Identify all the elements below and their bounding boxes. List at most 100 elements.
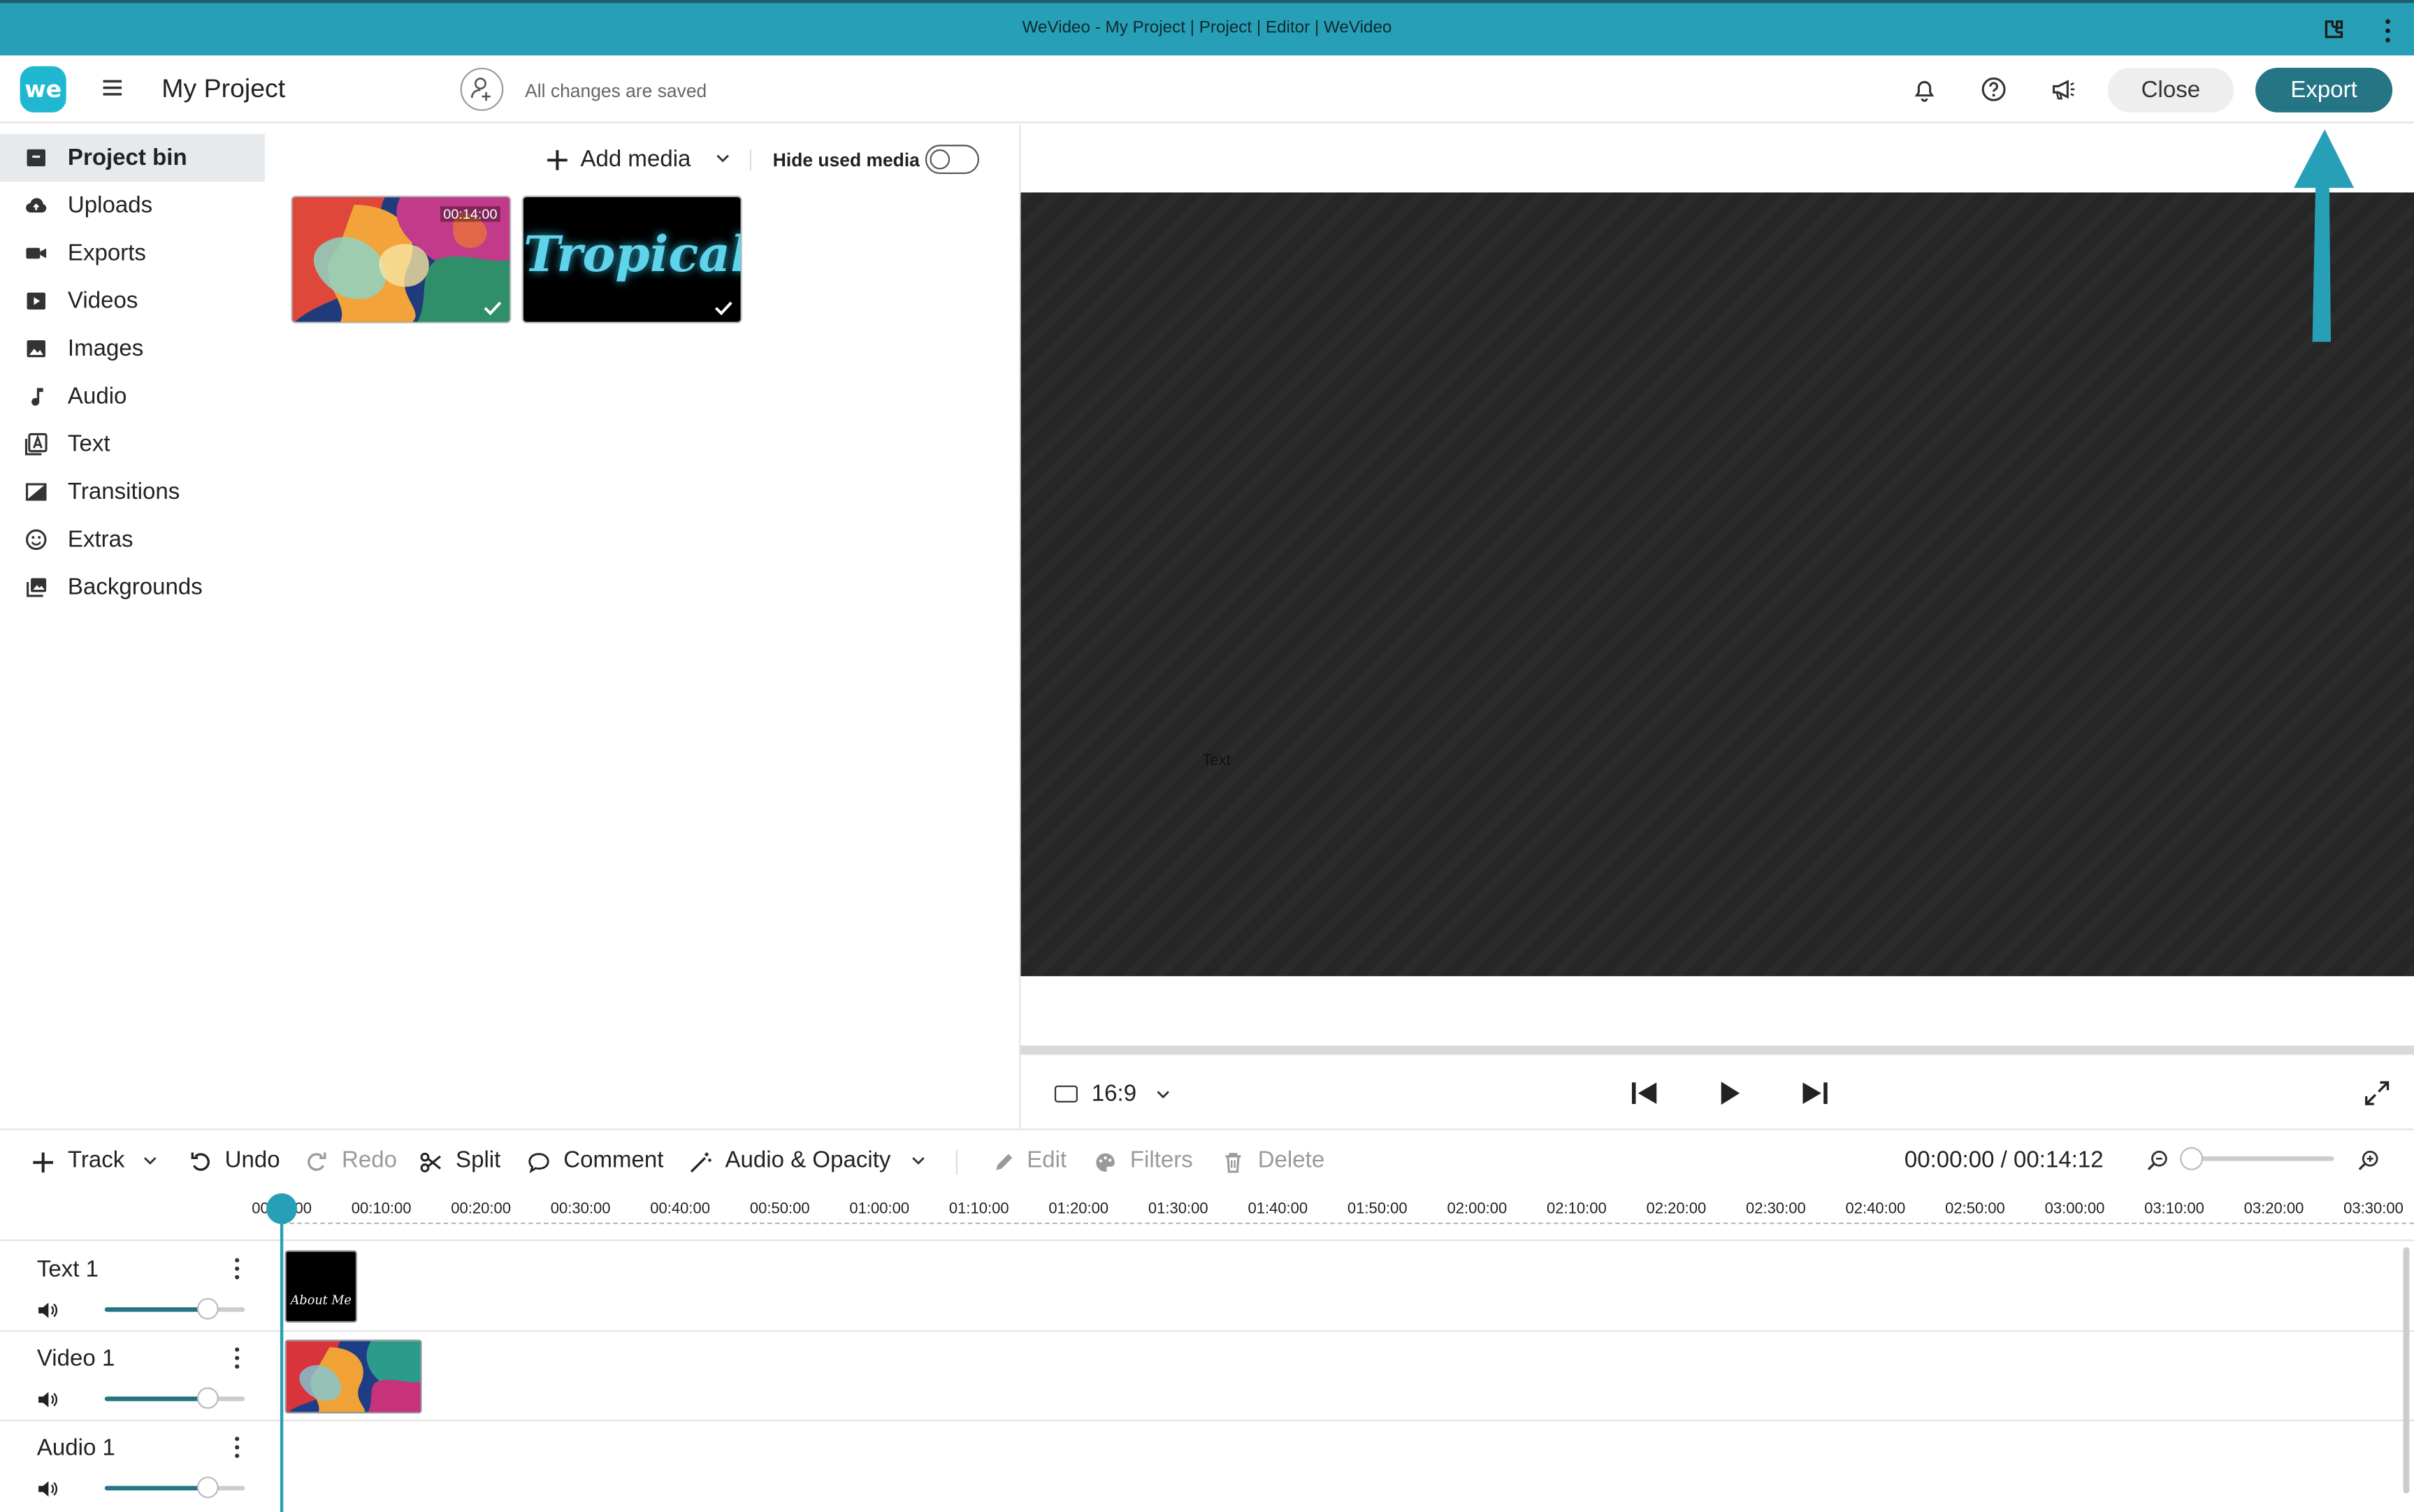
sidebar-item-videos[interactable]: Videos bbox=[0, 277, 265, 325]
volume-slider-knob[interactable] bbox=[196, 1387, 219, 1409]
palette-icon bbox=[1096, 1153, 1115, 1172]
sidebar-item-label: Backgrounds bbox=[67, 574, 203, 601]
filters-label: Filters bbox=[1129, 1147, 1193, 1174]
sidebar-item-audio[interactable]: Audio bbox=[0, 372, 265, 420]
ruler-tick-label: 00:20:00 bbox=[451, 1200, 512, 1219]
volume-slider-knob[interactable] bbox=[196, 1476, 219, 1499]
volume-icon[interactable] bbox=[37, 1389, 59, 1411]
abstract-video-clip-thumbnail bbox=[286, 1341, 421, 1412]
chevron-down-icon bbox=[144, 1157, 157, 1165]
sidebar-item-exports[interactable]: Exports bbox=[0, 229, 265, 277]
magic-wand-icon bbox=[690, 1152, 711, 1173]
sidebar-item-uploads[interactable]: Uploads bbox=[0, 182, 265, 229]
timeline-clip-video[interactable] bbox=[284, 1339, 422, 1413]
chevron-down-icon bbox=[716, 154, 729, 163]
add-collaborator-button[interactable] bbox=[460, 67, 504, 111]
aspect-ratio-label: 16:9 bbox=[1091, 1080, 1137, 1107]
playhead-line[interactable] bbox=[280, 1216, 284, 1512]
zoom-out-icon[interactable] bbox=[2146, 1149, 2169, 1172]
ruler-tick-label: 02:50:00 bbox=[1945, 1200, 2005, 1219]
track-name[interactable]: Video 1 bbox=[37, 1346, 115, 1372]
close-button[interactable]: Close bbox=[2107, 67, 2234, 112]
sidebar-item-text[interactable]: Text bbox=[0, 421, 265, 468]
project-bin-panel: Add media Hide used media 00:14:00 Tropi bbox=[265, 124, 1019, 1128]
sidebar-item-extras[interactable]: Extras bbox=[0, 516, 265, 563]
ruler-tick-label: 01:20:00 bbox=[1048, 1200, 1109, 1219]
volume-icon[interactable] bbox=[37, 1300, 59, 1321]
toggle-knob bbox=[930, 148, 951, 169]
divider bbox=[749, 149, 751, 171]
smiley-icon bbox=[26, 529, 47, 551]
undo-icon bbox=[191, 1152, 210, 1171]
video-player[interactable]: Text bbox=[1020, 192, 2414, 977]
zoom-slider-knob[interactable] bbox=[2180, 1147, 2204, 1170]
ruler-tick-label: 02:40:00 bbox=[1845, 1200, 1906, 1219]
transition-icon bbox=[26, 483, 47, 501]
backgrounds-icon bbox=[27, 578, 47, 597]
bell-icon[interactable] bbox=[1911, 75, 1939, 103]
hide-used-media-toggle[interactable] bbox=[925, 145, 979, 175]
ruler-tick-label: 00:10:00 bbox=[351, 1200, 412, 1219]
track-text-1: Text 1 About Me bbox=[0, 1242, 2414, 1332]
plus-icon bbox=[547, 150, 568, 170]
wevideo-logo[interactable]: we bbox=[20, 66, 66, 112]
zoom-in-icon[interactable] bbox=[2357, 1149, 2380, 1172]
media-thumbnail-video[interactable]: 00:14:00 bbox=[291, 195, 512, 324]
timecode-display: 00:00:00 / 00:14:12 bbox=[1904, 1147, 2104, 1174]
export-button[interactable]: Export bbox=[2255, 67, 2393, 112]
archive-icon bbox=[27, 149, 45, 166]
editor-header: we My Project All changes are saved Clos… bbox=[0, 55, 2414, 124]
ruler-tick-label: 00:30:00 bbox=[550, 1200, 611, 1219]
scissors-icon bbox=[420, 1152, 441, 1172]
track-label: Track bbox=[67, 1147, 125, 1174]
sidebar-item-label: Exports bbox=[67, 240, 146, 267]
timeline-clip-text[interactable]: About Me bbox=[284, 1250, 358, 1323]
help-icon[interactable] bbox=[1980, 75, 2008, 103]
track-name[interactable]: Text 1 bbox=[37, 1256, 99, 1282]
track-menu-icon[interactable] bbox=[233, 1435, 242, 1460]
project-title[interactable]: My Project bbox=[161, 74, 285, 105]
timeline-ruler[interactable]: 00:00:0000:10:0000:20:0000:30:0000:40:00… bbox=[0, 1190, 2414, 1242]
zoom-slider-track[interactable] bbox=[2183, 1156, 2334, 1161]
hamburger-menu-icon[interactable] bbox=[101, 77, 123, 99]
sidebar-item-project-bin[interactable]: Project bin bbox=[0, 133, 265, 182]
skip-forward-icon[interactable] bbox=[1800, 1080, 1830, 1107]
sidebar-item-backgrounds[interactable]: Backgrounds bbox=[0, 564, 265, 611]
volume-slider-fill[interactable] bbox=[104, 1396, 207, 1402]
save-status: All changes are saved bbox=[525, 80, 707, 102]
track-name[interactable]: Audio 1 bbox=[37, 1435, 115, 1461]
trash-icon bbox=[1225, 1153, 1241, 1173]
cloud-upload-icon bbox=[26, 198, 47, 213]
play-icon[interactable] bbox=[1714, 1080, 1744, 1107]
sidebar-item-images[interactable]: Images bbox=[0, 325, 265, 372]
more-vertical-icon[interactable] bbox=[2383, 17, 2392, 45]
media-thumbnail-text[interactable]: Tropical bbox=[521, 195, 742, 324]
fullscreen-icon[interactable] bbox=[2363, 1080, 2391, 1107]
volume-slider-knob[interactable] bbox=[196, 1297, 219, 1320]
add-user-icon bbox=[470, 78, 491, 101]
volume-slider-fill[interactable] bbox=[104, 1307, 207, 1312]
ruler-tick-label: 01:40:00 bbox=[1248, 1200, 1308, 1219]
skip-back-icon[interactable] bbox=[1629, 1080, 1660, 1107]
hide-used-media-label: Hide used media bbox=[772, 149, 920, 171]
ruler-tick-label: 03:10:00 bbox=[2144, 1200, 2204, 1219]
sidebar-item-transitions[interactable]: Transitions bbox=[0, 468, 265, 516]
volume-icon[interactable] bbox=[37, 1478, 59, 1500]
sidebar-item-label: Extras bbox=[67, 526, 133, 553]
sidebar-item-label: Videos bbox=[67, 288, 138, 314]
audio-opacity-label: Audio & Opacity bbox=[725, 1147, 891, 1174]
window-title: WeVideo - My Project | Project | Editor … bbox=[1022, 18, 1392, 37]
volume-slider-fill[interactable] bbox=[104, 1485, 207, 1491]
clip-title-text: About Me bbox=[290, 1293, 352, 1307]
timeline-scrollbar[interactable] bbox=[2403, 1246, 2410, 1494]
ruler-tick-label: 02:10:00 bbox=[1546, 1200, 1607, 1219]
track-menu-icon[interactable] bbox=[233, 1346, 242, 1370]
split-label: Split bbox=[456, 1147, 501, 1174]
music-note-icon bbox=[31, 388, 43, 406]
player-overlay-text: Text bbox=[1202, 753, 1231, 770]
preview-scrubber[interactable] bbox=[1020, 1045, 2414, 1055]
comment-icon bbox=[528, 1153, 549, 1174]
track-menu-icon[interactable] bbox=[233, 1256, 242, 1281]
extensions-icon[interactable] bbox=[2322, 17, 2346, 41]
announcements-icon[interactable] bbox=[2049, 75, 2077, 103]
